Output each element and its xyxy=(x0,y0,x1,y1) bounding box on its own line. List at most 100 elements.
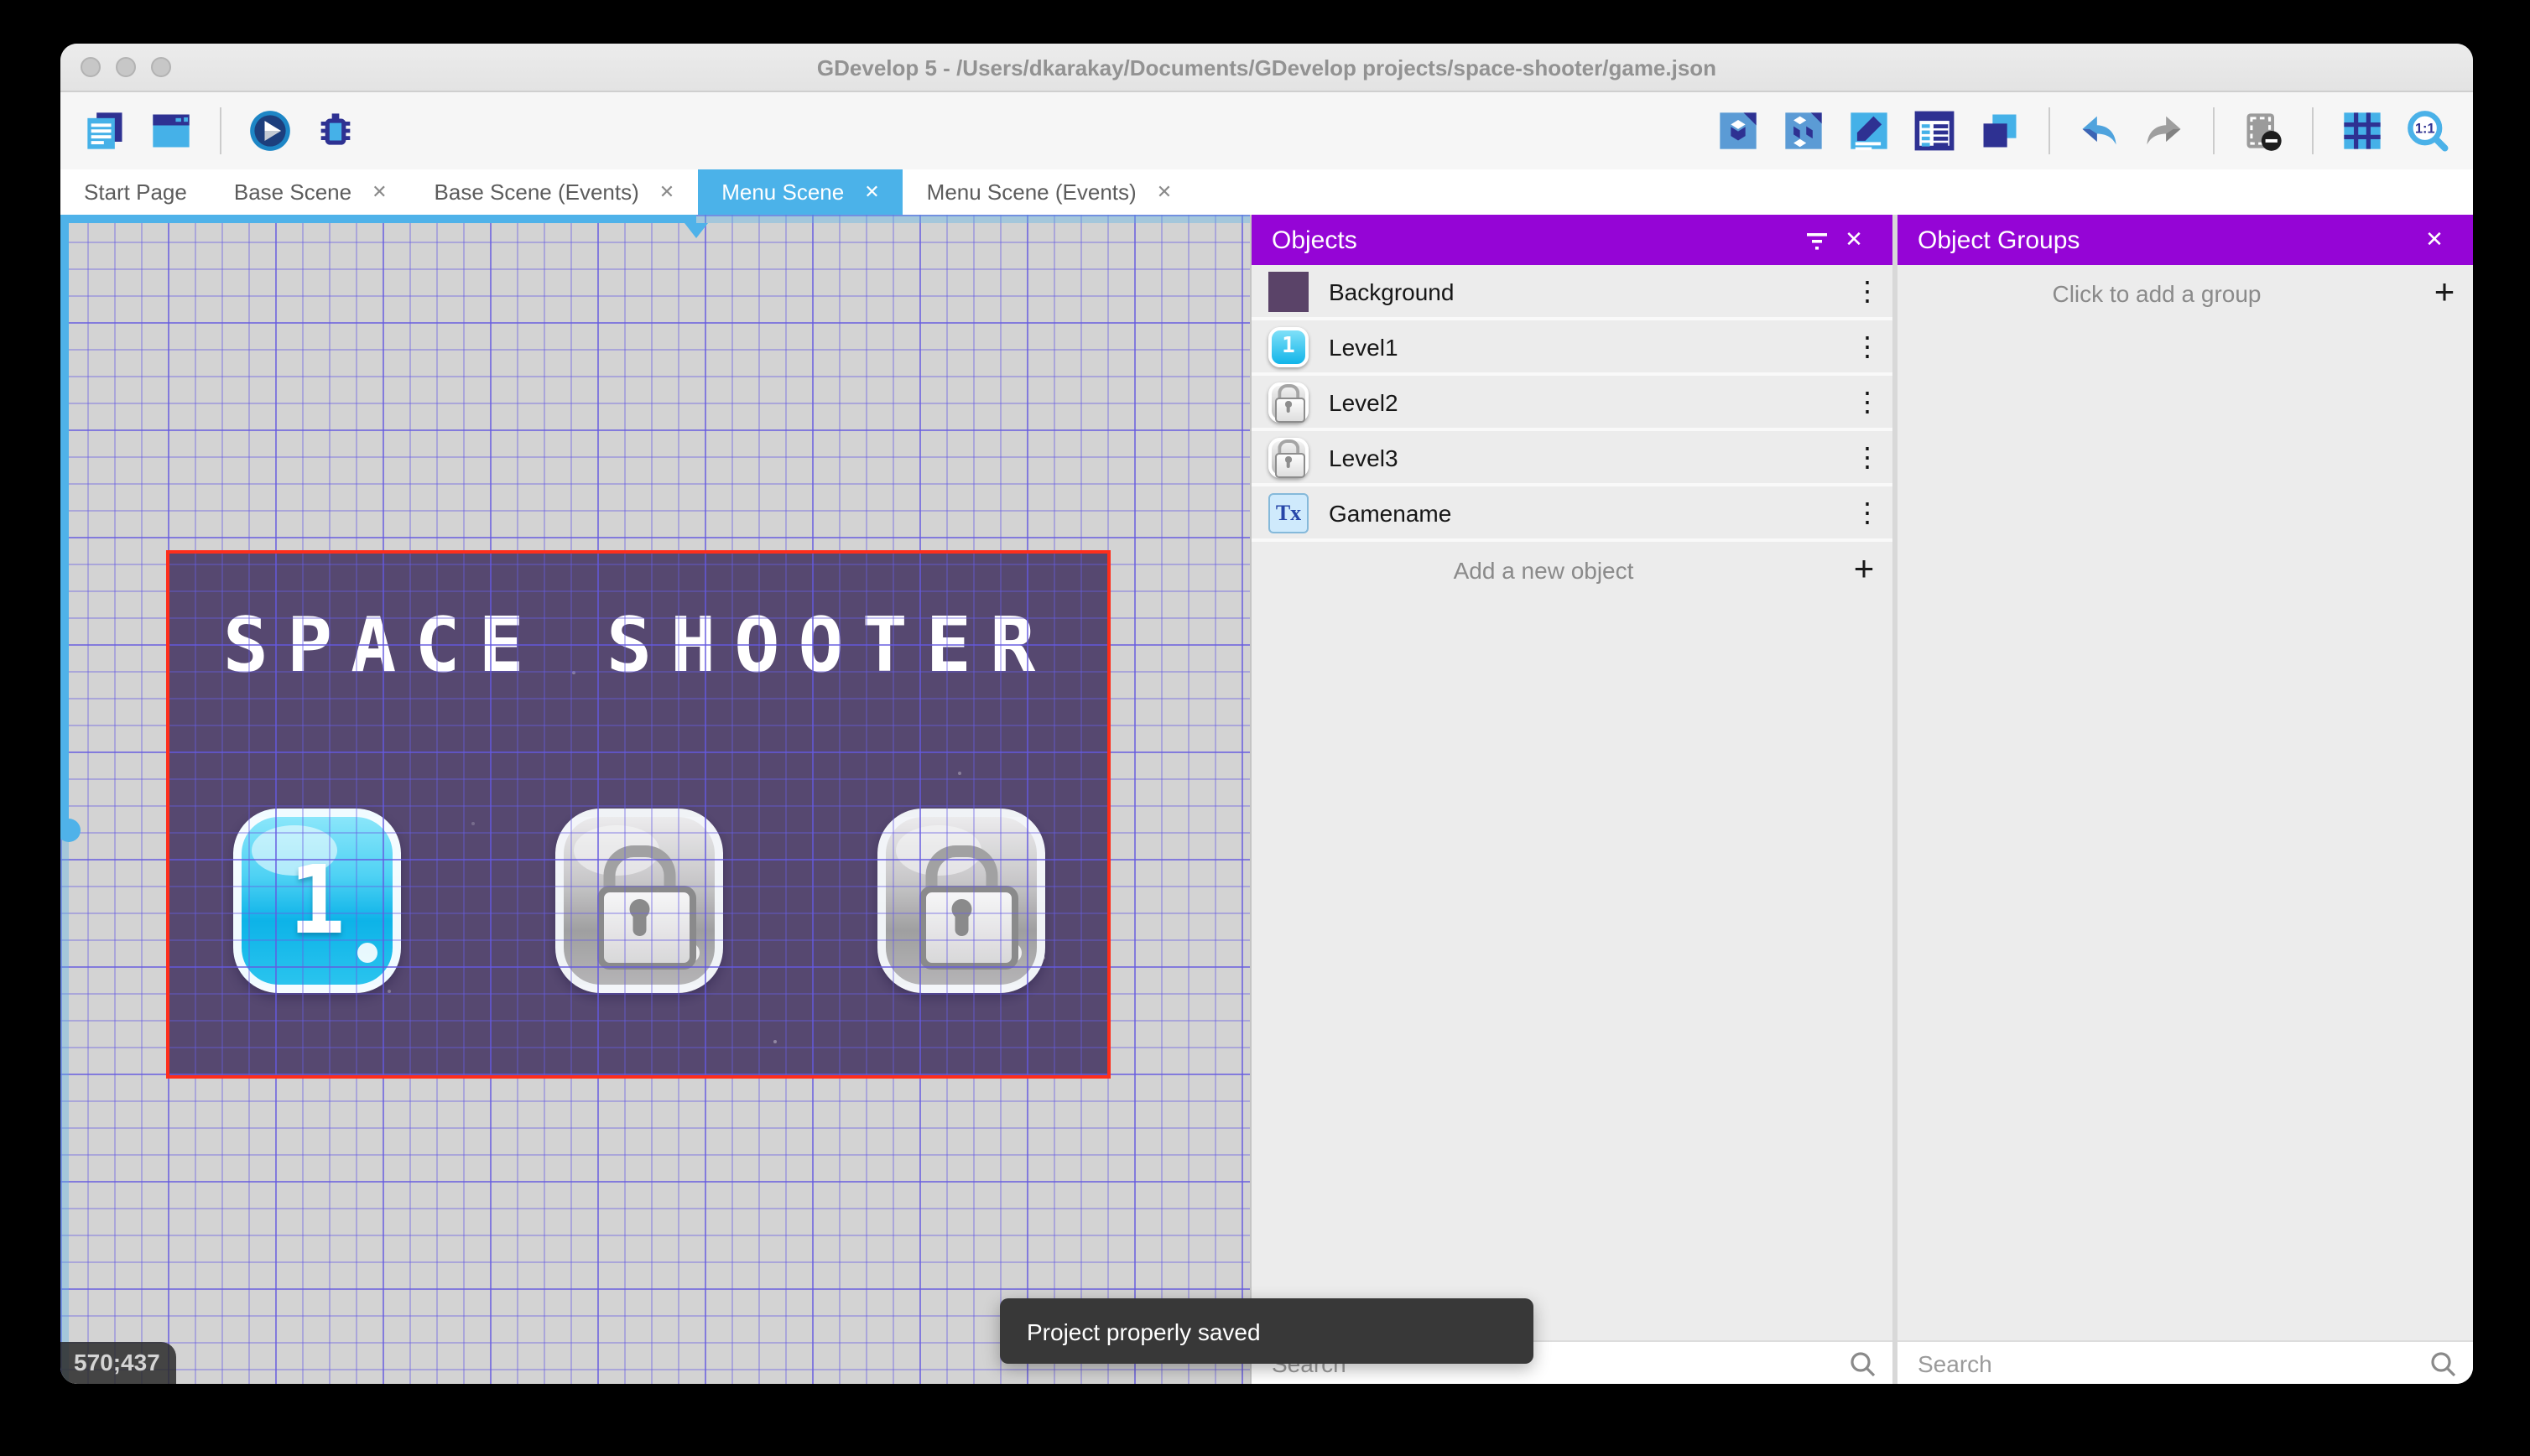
vertical-scrollbar-fill xyxy=(60,215,69,830)
object-groups-icon[interactable] xyxy=(1782,109,1825,153)
groups-search-row xyxy=(1898,1340,2473,1384)
object-list-item[interactable]: 1 Level1 xyxy=(1252,320,1892,376)
level-button-locked[interactable] xyxy=(877,809,1045,993)
tab[interactable]: Menu Scene (Events) xyxy=(903,169,1195,215)
tab[interactable]: Start Page xyxy=(60,169,211,215)
add-object-plus-icon[interactable] xyxy=(1835,549,1892,590)
tab-label: Menu Scene (Events) xyxy=(927,179,1137,205)
object-menu-icon[interactable] xyxy=(1842,330,1892,363)
object-thumbnail: Tx xyxy=(1268,492,1309,533)
object-name: Level3 xyxy=(1329,444,1842,471)
toolbar-divider xyxy=(2312,107,2314,154)
gdevelop-window: GDevelop 5 - /Users/dkarakay/Documents/G… xyxy=(60,44,2473,1384)
object-list-item[interactable]: Level2 xyxy=(1252,376,1892,431)
properties-icon[interactable] xyxy=(1847,109,1891,153)
objects-panel: Objects Background 1 Level1 Level2 Level… xyxy=(1250,215,1892,1384)
window-title: GDevelop 5 - /Users/dkarakay/Documents/G… xyxy=(60,55,2473,80)
mask-instances-icon[interactable] xyxy=(2241,109,2285,153)
object-menu-icon[interactable] xyxy=(1842,274,1892,308)
play-icon[interactable] xyxy=(248,109,292,153)
level-button-locked[interactable] xyxy=(555,809,723,993)
object-thumbnail xyxy=(1268,382,1309,422)
object-menu-icon[interactable] xyxy=(1842,385,1892,419)
project-manager-icon[interactable] xyxy=(84,109,128,153)
object-menu-icon[interactable] xyxy=(1842,440,1892,474)
objects-editor-icon[interactable] xyxy=(1716,109,1760,153)
tab-close-icon[interactable] xyxy=(659,181,674,203)
vertical-scrollbar-thumb[interactable] xyxy=(60,819,81,842)
add-group-row[interactable]: Click to add a group xyxy=(1898,265,2473,320)
lock-icon xyxy=(919,845,1004,956)
debug-icon[interactable] xyxy=(314,109,357,153)
lock-icon xyxy=(1275,385,1301,419)
object-groups-panel-header: Object Groups xyxy=(1898,215,2473,265)
toast-message: Project properly saved xyxy=(1027,1318,1261,1344)
tab-close-icon[interactable] xyxy=(864,181,879,203)
object-list-item[interactable]: Background xyxy=(1252,265,1892,320)
tab-label: Start Page xyxy=(84,179,187,205)
search-icon xyxy=(2429,1349,2456,1376)
object-name: Background xyxy=(1329,278,1842,304)
horizontal-scrollbar-thumb[interactable] xyxy=(685,223,708,238)
scene-title-text[interactable]: SPACE SHOOTER xyxy=(169,601,1107,689)
object-groups-panel: Object Groups Click to add a group xyxy=(1898,215,2473,1384)
objects-panel-header: Objects xyxy=(1252,215,1892,265)
screen: GDevelop 5 - /Users/dkarakay/Documents/G… xyxy=(0,0,2530,1456)
object-list-item[interactable]: Tx Gamename xyxy=(1252,486,1892,542)
vertical-scrollbar[interactable] xyxy=(60,215,69,1384)
tab[interactable]: Base Scene xyxy=(211,169,411,215)
undo-icon[interactable] xyxy=(2077,109,2121,153)
object-thumbnail xyxy=(1268,271,1309,311)
object-thumbnail: 1 xyxy=(1268,326,1309,367)
toolbar-divider xyxy=(220,107,221,154)
level-button-unlocked[interactable]: 1 xyxy=(233,809,401,993)
tab-close-icon[interactable] xyxy=(1157,181,1172,203)
add-group-plus-icon[interactable] xyxy=(2416,273,2473,313)
horizontal-scrollbar-fill xyxy=(60,215,696,223)
filter-icon[interactable] xyxy=(1799,221,1835,258)
add-group-label: Click to add a group xyxy=(1898,279,2416,306)
cursor-coordinates-badge: 570;437 xyxy=(60,1342,177,1384)
objects-list: Background 1 Level1 Level2 Level3 Tx Gam… xyxy=(1252,265,1892,542)
scene-rect: SPACE SHOOTER 1 xyxy=(169,554,1107,1075)
titlebar: GDevelop 5 - /Users/dkarakay/Documents/G… xyxy=(60,44,2473,92)
object-menu-icon[interactable] xyxy=(1842,496,1892,529)
main-area: SPACE SHOOTER 1 570;437 Objects xyxy=(60,215,2473,1384)
horizontal-scrollbar[interactable] xyxy=(60,215,1250,223)
scene-canvas[interactable]: SPACE SHOOTER 1 570;437 xyxy=(60,215,1250,1384)
groups-search-input[interactable] xyxy=(1898,1349,2429,1376)
object-groups-panel-title: Object Groups xyxy=(1918,226,2080,254)
toolbar-right: 1:1 xyxy=(1716,107,2449,154)
toolbar-divider xyxy=(2048,107,2050,154)
object-list-item[interactable]: Level3 xyxy=(1252,431,1892,486)
search-icon xyxy=(1849,1349,1876,1376)
save-toast: Project properly saved xyxy=(1000,1298,1533,1364)
grid-icon[interactable] xyxy=(2340,109,2384,153)
tab-label: Menu Scene xyxy=(721,179,844,205)
zoom-icon[interactable]: 1:1 xyxy=(2406,109,2449,153)
instances-list-icon[interactable] xyxy=(1913,109,1956,153)
tab-close-icon[interactable] xyxy=(372,181,387,203)
tab-label: Base Scene (Events) xyxy=(435,179,639,205)
toolbar-divider xyxy=(2213,107,2215,154)
close-objects-panel-icon[interactable] xyxy=(1835,221,1872,258)
object-name: Level2 xyxy=(1329,388,1842,415)
scene-window-icon[interactable] xyxy=(149,109,193,153)
lock-icon xyxy=(1275,440,1301,474)
add-object-row[interactable]: Add a new object xyxy=(1252,542,1892,597)
redo-icon[interactable] xyxy=(2142,109,2186,153)
objects-panel-title: Objects xyxy=(1272,226,1357,254)
level-number: 1 xyxy=(289,846,345,955)
svg-text:1:1: 1:1 xyxy=(2415,122,2435,137)
lock-icon xyxy=(596,845,682,956)
layers-icon[interactable] xyxy=(1978,109,2022,153)
toolbar-left xyxy=(84,107,357,154)
object-thumbnail xyxy=(1268,437,1309,477)
tab[interactable]: Menu Scene xyxy=(698,169,903,215)
add-object-label: Add a new object xyxy=(1252,556,1835,583)
level-buttons-row: 1 xyxy=(233,809,1045,993)
close-object-groups-panel-icon[interactable] xyxy=(2416,221,2453,258)
tab-bar: Start Page Base Scene Base Scene (Events… xyxy=(60,169,2473,215)
tab[interactable]: Base Scene (Events) xyxy=(411,169,699,215)
object-name: Gamename xyxy=(1329,499,1842,526)
